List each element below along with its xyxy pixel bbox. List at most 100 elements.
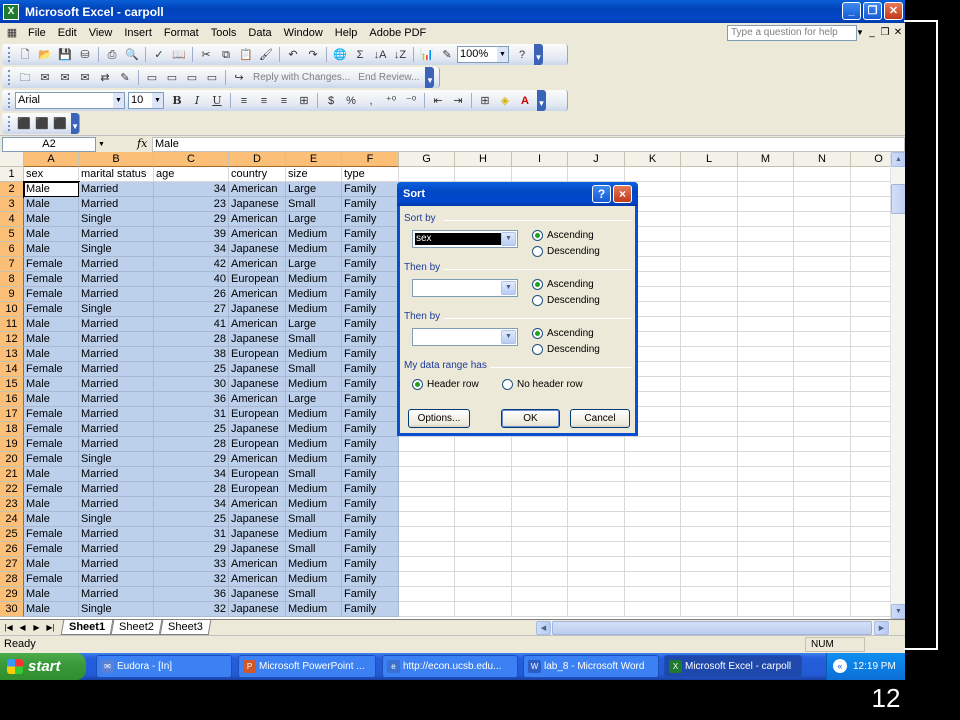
header-cell[interactable]: size [286, 167, 342, 182]
format-painter-icon[interactable]: 🖌 [258, 47, 274, 63]
table-cell[interactable]: 34 [154, 467, 229, 482]
empty-cell[interactable] [455, 527, 512, 542]
empty-cell[interactable] [738, 497, 794, 512]
sort-descending-icon[interactable]: ↓Z [392, 47, 408, 63]
menu-window[interactable]: Window [278, 23, 329, 43]
table-cell[interactable]: Female [24, 302, 79, 317]
empty-cell[interactable] [681, 182, 738, 197]
empty-cell[interactable] [681, 377, 738, 392]
empty-cell[interactable] [455, 587, 512, 602]
table-cell[interactable]: Family [342, 467, 399, 482]
empty-cell[interactable] [738, 167, 794, 182]
empty-cell[interactable] [738, 437, 794, 452]
table-cell[interactable]: Female [24, 437, 79, 452]
empty-cell[interactable] [512, 602, 568, 617]
table-cell[interactable]: Male [24, 377, 79, 392]
empty-cell[interactable] [794, 482, 851, 497]
autosum-icon[interactable]: Σ [352, 47, 368, 63]
maximize-button[interactable]: ❐ [863, 2, 882, 20]
function-icon[interactable]: fx [137, 137, 147, 150]
sort-ascending-icon[interactable]: ↓A [372, 47, 388, 63]
table-cell[interactable]: 36 [154, 587, 229, 602]
empty-cell[interactable] [794, 437, 851, 452]
table-cell[interactable]: Male [24, 347, 79, 362]
empty-cell[interactable] [681, 482, 738, 497]
empty-cell[interactable] [851, 302, 890, 317]
empty-cell[interactable] [681, 257, 738, 272]
table-cell[interactable]: Japanese [229, 332, 286, 347]
ink-icon[interactable]: ▭ [204, 70, 220, 86]
table-cell[interactable]: Single [79, 452, 154, 467]
empty-cell[interactable] [455, 452, 512, 467]
empty-cell[interactable] [681, 452, 738, 467]
tray-back-icon[interactable]: « [833, 659, 847, 673]
open-icon[interactable]: 📂 [37, 47, 53, 63]
column-header[interactable]: N [794, 152, 851, 167]
table-cell[interactable]: Single [79, 212, 154, 227]
table-cell[interactable]: 33 [154, 557, 229, 572]
empty-cell[interactable] [794, 227, 851, 242]
percent-button[interactable]: % [343, 93, 359, 109]
then-by-1-descending-radio[interactable]: Descending [532, 295, 600, 306]
empty-cell[interactable] [681, 542, 738, 557]
empty-cell[interactable] [794, 467, 851, 482]
table-cell[interactable]: Female [24, 482, 79, 497]
hyperlink-icon[interactable]: 🌐 [332, 47, 348, 63]
table-cell[interactable]: Small [286, 332, 342, 347]
table-cell[interactable]: Family [342, 542, 399, 557]
empty-cell[interactable] [568, 452, 625, 467]
empty-cell[interactable] [625, 482, 681, 497]
empty-cell[interactable] [681, 212, 738, 227]
title-bar[interactable]: X Microsoft Excel - carpoll _ ❐ ✕ [0, 0, 905, 23]
empty-cell[interactable] [681, 572, 738, 587]
empty-cell[interactable] [625, 542, 681, 557]
empty-cell[interactable] [625, 587, 681, 602]
row-header[interactable]: 15 [0, 377, 24, 392]
toolbar-options-icon[interactable]: ▼ [534, 44, 543, 65]
empty-cell[interactable] [681, 512, 738, 527]
table-cell[interactable]: Family [342, 482, 399, 497]
table-cell[interactable]: Medium [286, 422, 342, 437]
empty-cell[interactable] [681, 602, 738, 617]
row-header[interactable]: 10 [0, 302, 24, 317]
empty-cell[interactable] [681, 302, 738, 317]
then-by-1-select[interactable]: ▼ [412, 279, 518, 297]
row-header[interactable]: 26 [0, 542, 24, 557]
column-header[interactable]: B [79, 152, 154, 167]
empty-cell[interactable] [681, 242, 738, 257]
table-cell[interactable]: Male [24, 242, 79, 257]
print-preview-icon[interactable]: 🔍 [124, 47, 140, 63]
empty-cell[interactable] [738, 422, 794, 437]
empty-cell[interactable] [794, 512, 851, 527]
next-sheet-icon[interactable]: ▶ [31, 621, 42, 634]
empty-cell[interactable] [681, 557, 738, 572]
empty-cell[interactable] [851, 542, 890, 557]
chevron-down-icon[interactable]: ▼ [96, 138, 107, 151]
table-cell[interactable]: 25 [154, 362, 229, 377]
name-box[interactable]: A2 ▼ [2, 137, 105, 152]
column-header[interactable]: D [229, 152, 286, 167]
menu-format[interactable]: Format [158, 23, 205, 43]
table-cell[interactable]: American [229, 572, 286, 587]
table-cell[interactable]: Medium [286, 347, 342, 362]
row-header[interactable]: 17 [0, 407, 24, 422]
empty-cell[interactable] [794, 587, 851, 602]
help-search-input[interactable]: Type a question for help [727, 25, 857, 41]
table-cell[interactable]: Male [24, 512, 79, 527]
empty-cell[interactable] [851, 512, 890, 527]
empty-cell[interactable] [794, 317, 851, 332]
empty-cell[interactable] [794, 407, 851, 422]
row-header[interactable]: 18 [0, 422, 24, 437]
empty-cell[interactable] [399, 557, 455, 572]
decrease-decimal-icon[interactable]: ⁻⁰ [403, 93, 419, 109]
table-cell[interactable]: American [229, 182, 286, 197]
empty-cell[interactable] [851, 347, 890, 362]
table-cell[interactable]: American [229, 392, 286, 407]
menu-adobe-pdf[interactable]: Adobe PDF [363, 23, 432, 43]
empty-cell[interactable] [851, 212, 890, 227]
task-powerpoint[interactable]: P Microsoft PowerPoint ... [238, 655, 376, 678]
sort-dialog-title-bar[interactable]: Sort ? × [397, 182, 638, 206]
table-cell[interactable]: 32 [154, 572, 229, 587]
row-header[interactable]: 12 [0, 332, 24, 347]
table-cell[interactable]: Family [342, 512, 399, 527]
